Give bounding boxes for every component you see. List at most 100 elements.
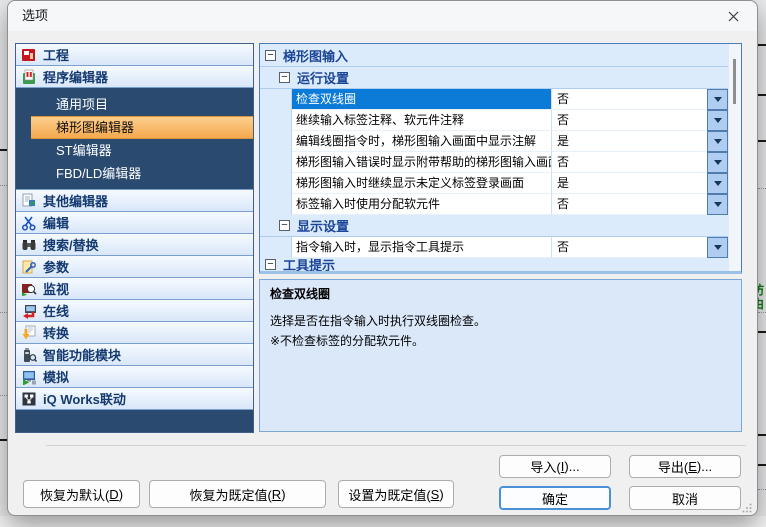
close-button[interactable] (711, 1, 755, 31)
sidebar-item-fbdld-editor[interactable]: FBD/LD编辑器 (31, 162, 253, 185)
sidebar-item-simulation[interactable]: 模拟 (16, 366, 253, 388)
sidebar-item-label: 程序编辑器 (43, 67, 108, 86)
options-dialog: 选项 工程 程序编辑器 (7, 0, 758, 516)
sidebar-filler (16, 410, 253, 432)
setting-row-show-instruction-tooltip: 指令输入时，显示指令工具提示 否 (260, 237, 728, 258)
setting-label[interactable]: 指令输入时，显示指令工具提示 (292, 237, 552, 258)
sidebar-item-convert[interactable]: 转换 (16, 322, 253, 344)
sidebar-item-program-editor[interactable]: 程序编辑器 (16, 66, 253, 88)
chevron-down-icon (714, 160, 722, 165)
sidebar-item-label: 工程 (43, 45, 69, 64)
tree-header-ladder-input[interactable]: − 梯形图输入 (260, 44, 728, 67)
chevron-down-icon (714, 118, 722, 123)
row-gutter (260, 131, 292, 152)
sidebar-item-label: 在线 (43, 301, 69, 320)
cancel-button[interactable]: 取消 (629, 486, 741, 510)
dropdown-button[interactable] (707, 173, 728, 194)
sidebar-item-other-editors[interactable]: 其他编辑器 (16, 190, 253, 212)
convert-icon (21, 325, 37, 341)
set-preset-button[interactable]: 设置为既定值(S) (338, 480, 454, 508)
tree-header-tooltip[interactable]: − 工具提示 (260, 258, 728, 271)
setting-row-continue-comment-input: 继续输入标签注释、软元件注释 否 (260, 110, 728, 131)
grid-scrollbar[interactable] (728, 44, 741, 271)
watch-icon (21, 281, 37, 297)
setting-row-show-note-on-coil-edit: 编辑线圈指令时，梯形图输入画面中显示注解 是 (260, 131, 728, 152)
collapse-icon[interactable]: − (265, 50, 276, 61)
sidebar-item-monitor[interactable]: 监视 (16, 278, 253, 300)
sidebar-item-label: 梯形图编辑器 (56, 120, 134, 135)
chevron-down-icon (714, 181, 722, 186)
dropdown-button[interactable] (707, 89, 728, 110)
dropdown-button[interactable] (707, 237, 728, 258)
row-gutter (260, 110, 292, 131)
import-button[interactable]: 导入(I)... (499, 455, 611, 478)
resize-grip-icon[interactable] (742, 500, 752, 510)
setting-value[interactable]: 否 (552, 89, 707, 110)
sidebar-item-project[interactable]: 工程 (16, 44, 253, 66)
dropdown-button[interactable] (707, 110, 728, 131)
chevron-down-icon (714, 245, 722, 250)
setting-label[interactable]: 梯形图输入错误时显示附带帮助的梯形图输入画面 (292, 152, 552, 173)
program-editor-icon (21, 69, 37, 85)
collapse-icon[interactable]: − (279, 220, 290, 231)
bg-editor-strip (0, 516, 766, 527)
setting-value[interactable]: 否 (552, 110, 707, 131)
grid-scrollbar-thumb[interactable] (733, 59, 736, 104)
tree-header-label: 运行设置 (297, 68, 349, 87)
sidebar-item-common-items[interactable]: 通用项目 (31, 93, 253, 116)
setting-value[interactable]: 是 (552, 173, 707, 194)
setting-label[interactable]: 梯形图输入时继续显示未定义标签登录画面 (292, 173, 552, 194)
parameter-icon (21, 259, 37, 275)
sidebar-item-intelligent-module[interactable]: 智能功能模块 (16, 344, 253, 366)
restore-preset-button[interactable]: 恢复为既定值(R) (149, 480, 326, 508)
setting-value[interactable]: 否 (552, 194, 707, 215)
description-line: ※不检查标签的分配软元件。 (270, 331, 731, 351)
setting-row-show-undefined-label-screen: 梯形图输入时继续显示未定义标签登录画面 是 (260, 173, 728, 194)
collapse-icon[interactable]: − (279, 72, 290, 83)
dropdown-button[interactable] (707, 152, 728, 173)
sidebar-item-edit[interactable]: 编辑 (16, 212, 253, 234)
collapse-icon[interactable]: − (265, 259, 276, 270)
chevron-down-icon (714, 97, 722, 102)
tree-header-label: 工具提示 (283, 258, 335, 271)
sidebar-item-st-editor[interactable]: ST编辑器 (31, 139, 253, 162)
row-gutter (260, 152, 292, 173)
export-button[interactable]: 导出(E)... (629, 455, 741, 478)
tree-header-display-settings[interactable]: − 显示设置 (260, 215, 728, 237)
sidebar-item-parameter[interactable]: 参数 (16, 256, 253, 278)
tree-header-run-settings[interactable]: − 运行设置 (260, 67, 728, 89)
row-gutter (260, 173, 292, 194)
setting-value[interactable]: 否 (552, 152, 707, 173)
ok-button[interactable]: 确定 (499, 486, 611, 510)
setting-row-use-assigned-device: 标签输入时使用分配软元件 否 (260, 194, 728, 215)
sidebar-item-online[interactable]: 在线 (16, 300, 253, 322)
bg-ladder-line (758, 94, 766, 96)
bg-ladder-line (0, 439, 7, 441)
online-icon (21, 303, 37, 319)
setting-label[interactable]: 继续输入标签注释、软元件注释 (292, 110, 552, 131)
sidebar-item-ladder-editor[interactable]: 梯形图编辑器 (31, 116, 253, 139)
tree-header-label: 梯形图输入 (283, 46, 348, 65)
binoculars-icon (21, 237, 37, 253)
settings-grid: − 梯形图输入 − 运行设置 检查双线圈 否 继续输入标签注释、软元件注释 否 (259, 43, 742, 274)
setting-label[interactable]: 检查双线圈 (292, 89, 552, 110)
setting-value[interactable]: 否 (552, 237, 707, 258)
other-editors-icon (21, 193, 37, 209)
sidebar-item-search-replace[interactable]: 搜索/替换 (16, 234, 253, 256)
sidebar-item-label: iQ Works联动 (43, 389, 126, 408)
setting-row-show-help-on-error: 梯形图输入错误时显示附带帮助的梯形图输入画面 否 (260, 152, 728, 173)
sidebar-item-iqworks-link[interactable]: iQ Works联动 (16, 388, 253, 410)
setting-label[interactable]: 标签输入时使用分配软元件 (292, 194, 552, 215)
sidebar-item-label: 其他编辑器 (43, 191, 108, 210)
bg-grid-dots (758, 188, 766, 189)
chevron-down-icon (714, 202, 722, 207)
dropdown-button[interactable] (707, 194, 728, 215)
setting-label[interactable]: 编辑线圈指令时，梯形图输入画面中显示注解 (292, 131, 552, 152)
titlebar[interactable]: 选项 (8, 1, 757, 31)
setting-value[interactable]: 是 (552, 131, 707, 152)
dropdown-button[interactable] (707, 131, 728, 152)
intelligent-module-icon (21, 347, 37, 363)
sidebar-item-label: 通用项目 (56, 97, 108, 112)
sidebar-item-label: 智能功能模块 (43, 345, 121, 364)
restore-default-button[interactable]: 恢复为默认(D) (23, 480, 140, 508)
